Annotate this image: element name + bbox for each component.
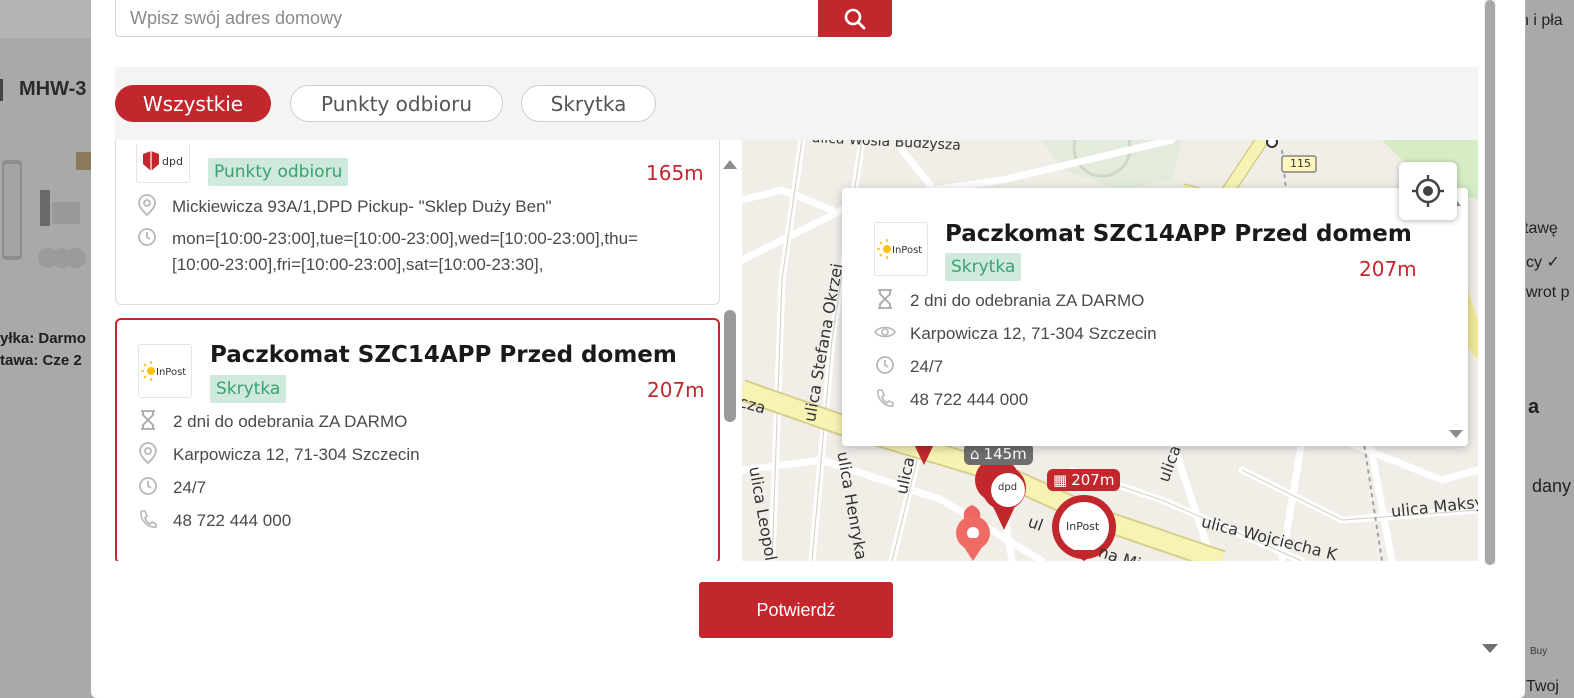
background-product-image — [2, 152, 92, 268]
list-scrollbar[interactable] — [722, 150, 740, 561]
location-pin-icon — [136, 194, 158, 216]
hours-row: mon=[10:00-23:00],tue=[10:00-23:00],wed=… — [136, 226, 638, 278]
hours-row: 24/7 — [137, 475, 206, 501]
modal-scrollbar[interactable] — [1484, 0, 1496, 565]
pickup-point-list: dpd Punkty odbioru 165m Mickiewicza 93A/… — [115, 140, 742, 561]
list-scrollbar-thumb[interactable] — [724, 310, 736, 422]
type-badge: Punkty odbioru — [208, 158, 349, 186]
crosshair-icon — [1412, 175, 1444, 207]
dpd-marker-logo[interactable]: dpd — [998, 482, 1017, 493]
background-text: wrot p — [1526, 284, 1570, 301]
modal-scrollbar-thumb[interactable] — [1485, 0, 1495, 565]
marker-distance-text: 145m — [983, 445, 1027, 463]
type-badge: Skrytka — [210, 375, 287, 403]
address-text: Karpowicza 12, 71-304 Szczecin — [173, 445, 420, 464]
popup-pickup-row: 2 dni do odebrania ZA DARMO — [874, 288, 1144, 314]
popup-address-text: Karpowicza 12, 71-304 Szczecin — [910, 324, 1157, 343]
distance-label: 165m — [646, 161, 704, 185]
marker-locker-icon: ▦ — [1053, 471, 1068, 489]
inpost-logo: InPost — [874, 222, 928, 276]
hours-text: mon=[10:00-23:00],tue=[10:00-23:00],wed=… — [172, 226, 638, 278]
popup-type-badge: Skrytka — [945, 253, 1022, 281]
popup-address-row: Karpowicza 12, 71-304 Szczecin — [874, 321, 1157, 347]
modal-scroll-down-arrow[interactable] — [1482, 644, 1498, 653]
background-text: a — [1528, 396, 1540, 418]
location-pin-icon — [137, 442, 159, 464]
background-text: tawę — [1526, 220, 1558, 237]
dpd-logo-icon: dpd — [143, 150, 183, 171]
filter-chip-pickup-points[interactable]: Punkty odbioru — [290, 85, 503, 122]
address-text: Mickiewicza 93A/1,DPD Pickup- "Sklep Duż… — [172, 197, 552, 216]
background-text: dany — [1532, 476, 1572, 496]
background-text: Twoj — [1526, 678, 1559, 695]
inpost-marker-logo[interactable]: InPost — [1066, 520, 1099, 533]
hourglass-icon — [137, 409, 159, 431]
dpd-logo: dpd — [136, 143, 190, 183]
map-marker-distance-207[interactable]: ▦ 207m — [1047, 469, 1121, 491]
distance-label: 207m — [647, 378, 705, 402]
clock-icon — [874, 354, 896, 376]
popup-phone-text: 48 722 444 000 — [910, 390, 1029, 409]
list-item-inpost-selected[interactable]: InPost Paczkomat SZC14APP Przed domem Sk… — [115, 318, 720, 561]
popup-hours-text: 24/7 — [910, 357, 944, 376]
svg-text:InPost: InPost — [156, 367, 186, 378]
background-product-title: MHW-3 — [0, 78, 86, 101]
svg-text:dpd: dpd — [162, 155, 183, 168]
popup-phone-row: 48 722 444 000 — [874, 387, 1028, 413]
pickup-row: 2 dni do odebrania ZA DARMO — [137, 409, 407, 435]
background-text: Buy — [1530, 646, 1548, 657]
filter-chip-all[interactable]: Wszystkie — [115, 85, 271, 122]
background-text: cy ✓ — [1526, 254, 1560, 271]
inpost-logo-icon: InPost — [877, 239, 922, 259]
marker-home-icon: ⌂ — [970, 445, 980, 463]
marker-distance-text: 207m — [1071, 471, 1115, 489]
hours-text: 24/7 — [173, 478, 207, 497]
hours-line-2: [10:00-23:00],fri=[10:00-23:00],sat=[10:… — [172, 255, 544, 274]
filter-chip-locker[interactable]: Skrytka — [521, 85, 656, 122]
phone-icon — [137, 508, 159, 530]
background-right-column: n i pła tawę cy ✓ wrot p a dany Buy Twoj — [1526, 0, 1574, 698]
popup-title: Paczkomat SZC14APP Przed domem — [945, 221, 1412, 247]
phone-text: 48 722 444 000 — [173, 511, 292, 530]
hours-line-1: mon=[10:00-23:00],tue=[10:00-23:00],wed=… — [172, 229, 638, 248]
list-item-dpd[interactable]: dpd Punkty odbioru 165m Mickiewicza 93A/… — [115, 140, 720, 305]
popup-distance-label: 207m — [1359, 257, 1417, 281]
map-info-popup: InPost Paczkomat SZC14APP Przed domem Sk… — [842, 188, 1468, 446]
background-shipping-2: tawa: Cze 2 — [0, 352, 82, 369]
inpost-logo: InPost — [138, 344, 192, 398]
popup-pickup-text: 2 dni do odebrania ZA DARMO — [910, 291, 1145, 310]
road-number-label: 115 — [1290, 157, 1311, 170]
address-row: Karpowicza 12, 71-304 Szczecin — [137, 442, 420, 468]
map-marker-distance-145[interactable]: ⌂ 145m — [964, 443, 1033, 465]
list-scroll-up-arrow[interactable] — [723, 160, 737, 169]
search-button[interactable] — [818, 0, 892, 37]
background-shipping-1: yłka: Darmo — [0, 330, 86, 347]
inpost-logo-icon: InPost — [141, 361, 186, 381]
address-search-placeholder: Wpisz swój adres domowy — [130, 8, 343, 28]
background-text: n i pła — [1526, 12, 1563, 29]
address-search-input[interactable]: Wpisz swój adres domowy — [115, 0, 819, 37]
clock-icon — [136, 226, 158, 248]
confirm-button[interactable]: Potwierdź — [699, 582, 893, 638]
phone-icon — [874, 387, 896, 409]
search-icon — [844, 8, 866, 29]
clock-icon — [137, 475, 159, 497]
locate-me-button[interactable] — [1399, 162, 1457, 220]
filter-bar: Wszystkie Punkty odbioru Skrytka — [115, 67, 1478, 140]
pickup-text: 2 dni do odebrania ZA DARMO — [173, 412, 408, 431]
card-title: Paczkomat SZC14APP Przed domem — [210, 342, 677, 368]
svg-text:InPost: InPost — [892, 245, 922, 256]
eye-icon — [874, 321, 896, 343]
hourglass-icon — [874, 288, 896, 310]
popup-scroll-down-arrow[interactable] — [1449, 430, 1463, 438]
address-row: Mickiewicza 93A/1,DPD Pickup- "Sklep Duż… — [136, 194, 552, 220]
popup-hours-row: 24/7 — [874, 354, 943, 380]
phone-row: 48 722 444 000 — [137, 508, 291, 534]
